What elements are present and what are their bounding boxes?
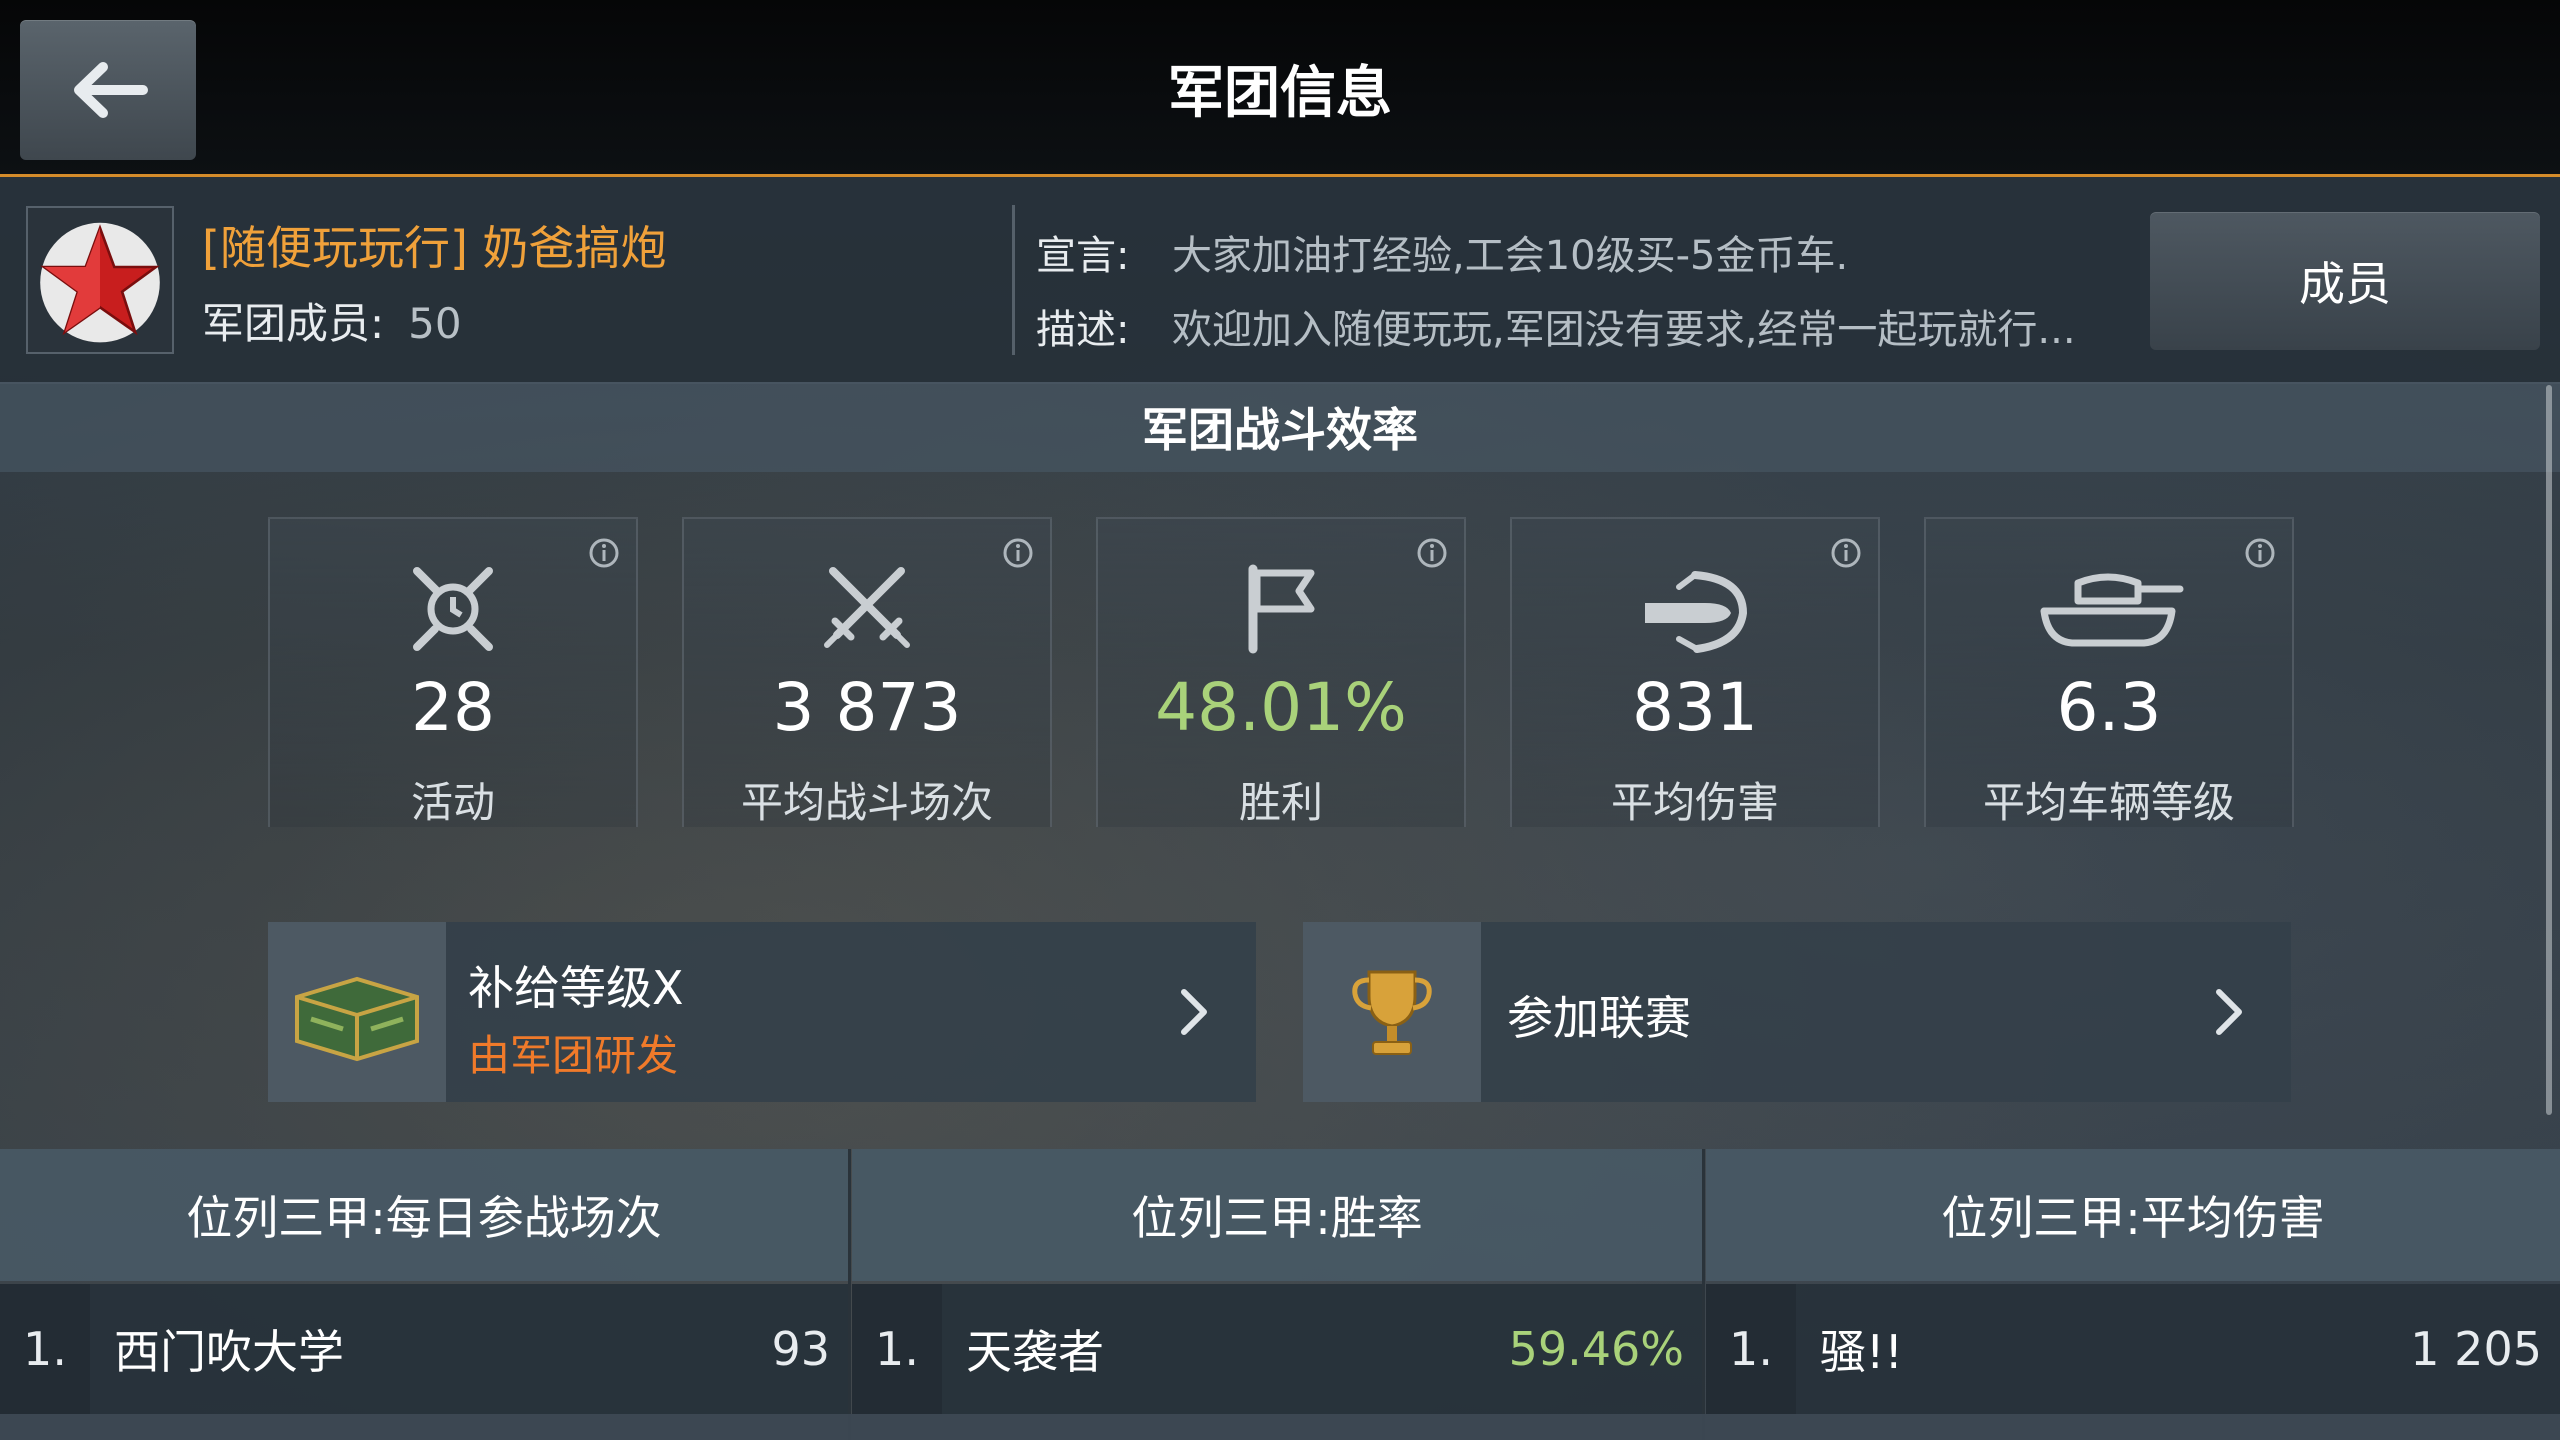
supply-crate-icon — [295, 976, 419, 1062]
shell-damage-icon — [1645, 571, 1748, 653]
page-title: 军团信息 — [1168, 61, 1392, 126]
player-name: 骚!! — [1820, 1325, 1903, 1379]
tournament-title: 参加联赛 — [1507, 991, 1691, 1045]
activity-icon — [413, 567, 493, 651]
next-row-strip — [0, 1414, 2560, 1440]
top-bar: 军团信息 — [0, 0, 2560, 177]
clan-description: 描述: 欢迎加入随便玩玩,军团没有要求,经常一起玩就行... — [1036, 297, 2076, 355]
stat-label: 平均战斗场次 — [740, 778, 993, 827]
stat-card-avg-battles: 3 873 平均战斗场次 — [682, 517, 1052, 827]
stat-label: 平均伤害 — [1610, 778, 1779, 827]
clan-emblem — [26, 206, 174, 354]
stat-label: 胜利 — [1238, 778, 1323, 827]
player-name: 天袭者 — [966, 1325, 1104, 1379]
clan-members-count: 军团成员: 50 — [202, 290, 462, 351]
red-star-icon — [40, 222, 160, 343]
player-name: 西门吹大学 — [114, 1325, 344, 1379]
stat-value: 28 — [411, 669, 495, 746]
clan-info-bar: [随便玩玩行] 奶爸搞炮 军团成员: 50 宣言: 大家加油打经验,工会10级买-5… — [0, 177, 2560, 384]
tournament-thumb — [1303, 922, 1481, 1102]
stat-value: 6.3 — [2056, 669, 2162, 746]
supply-level-panel[interactable]: 补给等级X 由军团研发 — [268, 922, 1256, 1102]
column-divider — [848, 1149, 851, 1440]
flag-icon — [1248, 564, 1315, 654]
motto-text: 大家加油打经验,工会10级买-5金币车. — [1172, 233, 1849, 279]
supply-subtitle: 由军团研发 — [468, 1031, 679, 1080]
efficiency-title: 军团战斗效率 — [0, 382, 2560, 472]
tournament-panel[interactable]: 参加联赛 — [1303, 922, 2291, 1102]
player-value: 93 — [771, 1322, 830, 1376]
stat-value: 48.01% — [1155, 669, 1407, 746]
leaderboard-row[interactable]: 1. 天袭者 59.46% — [852, 1284, 1702, 1414]
supply-thumb — [268, 922, 446, 1102]
scrollbar[interactable] — [2546, 385, 2552, 1115]
player-value: 1 205 — [2410, 1322, 2542, 1376]
stat-card-avg-damage: 831 平均伤害 — [1510, 517, 1880, 827]
leaderboard-header-damage: 位列三甲:平均伤害 — [1706, 1149, 2560, 1281]
members-label: 军团成员: — [202, 299, 385, 348]
description-label: 描述: — [1036, 307, 1130, 353]
tank-icon — [2040, 573, 2184, 647]
crossed-swords-icon — [824, 567, 910, 648]
members-button[interactable]: 成员 — [2150, 212, 2540, 350]
stat-card-avg-tier: 6.3 平均车辆等级 — [1924, 517, 2294, 827]
motto-label: 宣言: — [1036, 233, 1130, 279]
chevron-right-icon — [1181, 989, 1207, 1035]
column-divider — [1702, 1149, 1705, 1440]
rank: 1. — [852, 1284, 942, 1414]
rank: 1. — [0, 1284, 90, 1414]
stat-card-activity: 28 活动 — [268, 517, 638, 827]
trophy-icon — [1352, 970, 1432, 1055]
clan-motto: 宣言: 大家加油打经验,工会10级买-5金币车. — [1036, 223, 1848, 281]
description-text: 欢迎加入随便玩玩,军团没有要求,经常一起玩就行... — [1172, 307, 2076, 353]
stat-card-victories: 48.01% 胜利 — [1096, 517, 1466, 827]
leaderboard-row[interactable]: 1. 骚!! 1 205 — [1706, 1284, 2560, 1414]
leaderboard-header-battles: 位列三甲:每日参战场次 — [0, 1149, 848, 1281]
info-divider — [1012, 205, 1015, 355]
stat-value: 3 873 — [772, 669, 962, 746]
chevron-right-icon — [2216, 989, 2242, 1035]
rank: 1. — [1706, 1284, 1796, 1414]
stat-label: 平均车辆等级 — [1982, 778, 2235, 827]
leaderboard-header-winrate: 位列三甲:胜率 — [852, 1149, 1702, 1281]
leaderboard-row[interactable]: 1. 西门吹大学 93 — [0, 1284, 848, 1414]
supply-title: 补给等级X — [468, 961, 684, 1015]
stat-value: 831 — [1632, 669, 1758, 746]
clan-name: [随便玩玩行] 奶爸搞炮 — [202, 221, 667, 275]
stat-label: 活动 — [410, 778, 495, 827]
members-value: 50 — [408, 299, 462, 348]
player-value: 59.46% — [1508, 1322, 1684, 1376]
